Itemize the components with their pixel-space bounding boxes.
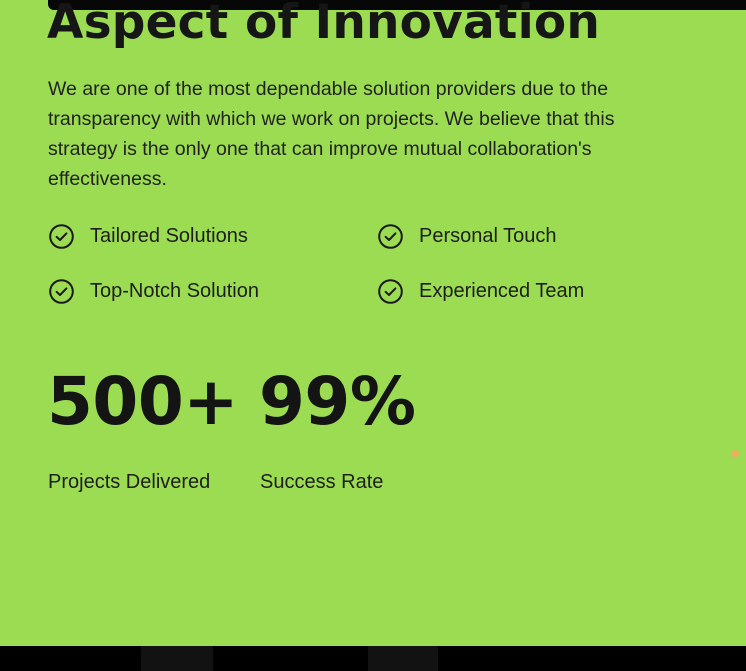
check-circle-icon [377,278,404,305]
feature-item-experienced-team: Experienced Team [377,277,706,306]
intro-paragraph: We are one of the most dependable soluti… [48,78,615,190]
stat-value: 99% [259,363,416,440]
check-circle-icon [377,223,404,250]
feature-item-top-notch-solution: Top-Notch Solution [48,277,377,306]
feature-item-personal-touch: Personal Touch [377,222,706,251]
bottom-bar-block [368,646,438,671]
stat-projects-delivered: 500+ Projects Delivered [47,362,239,494]
feature-label: Top-Notch Solution [90,280,259,302]
section-heading: Aspect of Innovation [47,0,601,50]
check-circle-icon [48,278,75,305]
bottom-bar [0,646,746,671]
feature-label: Tailored Solutions [90,225,248,247]
stat-value: 500+ [47,363,239,440]
feature-label: Experienced Team [419,280,585,302]
stat-label: Success Rate [260,471,384,493]
stat-label: Projects Delivered [48,471,211,493]
stat-success-rate: 99% Success Rate [259,362,416,494]
decorative-dot [731,450,739,458]
feature-list: Tailored Solutions Personal Touch Top-No… [48,222,708,306]
feature-label: Personal Touch [419,225,557,247]
check-circle-icon [48,223,75,250]
bottom-bar-block [141,646,213,671]
feature-item-tailored-solutions: Tailored Solutions [48,222,377,251]
